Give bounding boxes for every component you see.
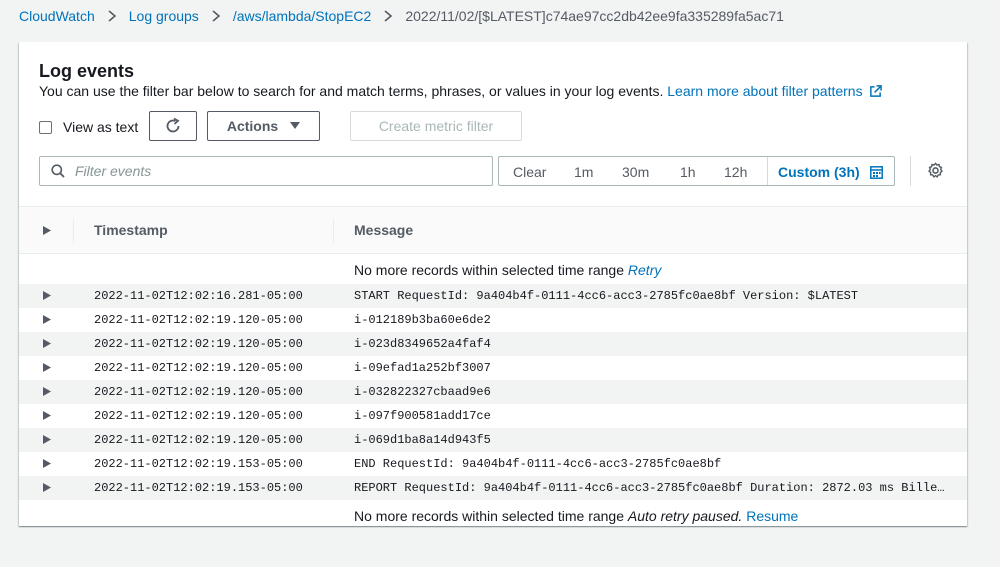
create-metric-filter-button[interactable]: Create metric filter xyxy=(350,111,522,141)
row-timestamp: 2022-11-02T12:02:19.153-05:00 xyxy=(94,481,303,495)
table-row[interactable]: 2022-11-02T12:02:19.153-05:00 REPORT Requ… xyxy=(19,476,967,500)
expand-row-icon[interactable] xyxy=(43,411,51,420)
custom-range-label: Custom (3h) xyxy=(778,164,860,180)
filter-events-field[interactable] xyxy=(39,156,493,186)
chevron-right-icon xyxy=(95,10,129,22)
time-range-clear[interactable]: Clear xyxy=(513,164,546,180)
view-as-text-toggle[interactable]: View as text xyxy=(39,119,138,135)
expand-row-icon[interactable] xyxy=(43,387,51,396)
row-timestamp: 2022-11-02T12:02:19.153-05:00 xyxy=(94,457,303,471)
view-as-text-label: View as text xyxy=(63,119,139,135)
row-timestamp: 2022-11-02T12:02:19.120-05:00 xyxy=(94,385,303,399)
caret-down-icon xyxy=(290,122,301,129)
row-message: i-012189b3ba60e6de2 xyxy=(354,313,491,327)
retry-link[interactable]: Retry xyxy=(628,262,661,278)
toolbar: View as text Actions Create metric filte… xyxy=(39,111,539,141)
table-header: Timestamp Message xyxy=(19,206,967,254)
learn-more-link[interactable]: Learn more about filter patterns xyxy=(667,83,882,99)
view-as-text-checkbox[interactable] xyxy=(39,120,52,134)
row-timestamp: 2022-11-02T12:02:19.120-05:00 xyxy=(94,433,303,447)
expand-row-icon[interactable] xyxy=(43,291,51,300)
range-divider xyxy=(767,157,768,185)
column-divider xyxy=(333,219,334,243)
row-message: i-069d1ba8a14d943f5 xyxy=(354,433,491,447)
toolbar-divider xyxy=(910,156,911,186)
actions-button[interactable]: Actions xyxy=(207,111,320,141)
column-message[interactable]: Message xyxy=(354,222,413,238)
table-row[interactable]: 2022-11-02T12:02:19.120-05:00 i-023d83496… xyxy=(19,332,967,356)
calendar-icon xyxy=(869,165,883,179)
expand-row-icon[interactable] xyxy=(43,363,51,372)
time-range-30m[interactable]: 30m xyxy=(622,164,649,180)
row-message: i-09efad1a252bf3007 xyxy=(354,361,491,375)
table-row[interactable]: 2022-11-02T12:02:19.120-05:00 i-012189b3b… xyxy=(19,308,967,332)
breadcrumb-log-groups[interactable]: Log groups xyxy=(129,8,199,24)
time-range-12h[interactable]: 12h xyxy=(724,164,747,180)
row-message: i-032822327cbaad9e6 xyxy=(354,385,491,399)
chevron-right-icon xyxy=(371,10,405,22)
bottom-notice-text: No more records within selected time ran… xyxy=(354,508,625,524)
bottom-notice-row: No more records within selected time ran… xyxy=(19,500,967,530)
external-link-icon xyxy=(869,85,882,97)
breadcrumb-current-stream: 2022/11/02/[$LATEST]c74ae97cc2db42ee9fa3… xyxy=(405,8,784,24)
log-rows: 2022-11-02T12:02:16.281-05:00 START Reque… xyxy=(19,284,967,500)
time-range-custom[interactable]: Custom (3h) xyxy=(778,164,883,180)
actions-label: Actions xyxy=(226,118,279,134)
expand-row-icon[interactable] xyxy=(43,459,51,468)
row-timestamp: 2022-11-02T12:02:19.120-05:00 xyxy=(94,361,303,375)
expand-row-icon[interactable] xyxy=(43,435,51,444)
row-timestamp: 2022-11-02T12:02:19.120-05:00 xyxy=(94,337,303,351)
table-row[interactable]: 2022-11-02T12:02:19.120-05:00 i-069d1ba8a… xyxy=(19,428,967,452)
expand-row-icon[interactable] xyxy=(43,483,51,492)
description-text: You can use the filter bar below to sear… xyxy=(39,83,664,99)
column-timestamp[interactable]: Timestamp xyxy=(94,222,168,238)
resume-link[interactable]: Resume xyxy=(746,508,798,524)
row-message: REPORT RequestId: 9a404b4f-0111-4cc6-acc… xyxy=(354,481,949,495)
table-row[interactable]: 2022-11-02T12:02:16.281-05:00 START Reque… xyxy=(19,284,967,308)
time-range-1m[interactable]: 1m xyxy=(574,164,593,180)
row-message: i-097f900581add17ce xyxy=(354,409,491,423)
row-message: i-023d8349652a4faf4 xyxy=(354,337,491,351)
learn-more-text: Learn more about filter patterns xyxy=(667,83,863,99)
table-row[interactable]: 2022-11-02T12:02:19.153-05:00 END Request… xyxy=(19,452,967,476)
row-message: START RequestId: 9a404b4f-0111-4cc6-acc3… xyxy=(354,289,859,303)
search-icon xyxy=(51,164,65,178)
table-row[interactable]: 2022-11-02T12:02:19.120-05:00 i-097f90058… xyxy=(19,404,967,428)
auto-retry-paused: Auto retry paused. xyxy=(627,508,743,524)
refresh-button[interactable] xyxy=(149,111,197,141)
panel-title: Log events xyxy=(39,61,135,81)
row-timestamp: 2022-11-02T12:02:16.281-05:00 xyxy=(94,289,303,303)
row-timestamp: 2022-11-02T12:02:19.120-05:00 xyxy=(94,313,303,327)
expand-all-icon[interactable] xyxy=(43,226,51,235)
time-range-1h[interactable]: 1h xyxy=(680,164,696,180)
top-notice-row: No more records within selected time ran… xyxy=(19,254,967,284)
top-notice: No more records within selected time ran… xyxy=(354,262,661,278)
row-timestamp: 2022-11-02T12:02:19.120-05:00 xyxy=(94,409,303,423)
gear-icon[interactable] xyxy=(927,162,944,179)
column-divider xyxy=(73,219,74,243)
filter-events-input[interactable] xyxy=(75,163,475,179)
table-row[interactable]: 2022-11-02T12:02:19.120-05:00 i-032822327… xyxy=(19,380,967,404)
breadcrumb-cloudwatch[interactable]: CloudWatch xyxy=(19,8,95,24)
breadcrumb: CloudWatch Log groups /aws/lambda/StopEC… xyxy=(19,6,784,26)
expand-row-icon[interactable] xyxy=(43,315,51,324)
chevron-right-icon xyxy=(199,10,233,22)
panel-description: You can use the filter bar below to sear… xyxy=(39,83,882,99)
table-row[interactable]: 2022-11-02T12:02:19.120-05:00 i-09efad1a2… xyxy=(19,356,967,380)
row-message: END RequestId: 9a404b4f-0111-4cc6-acc3-2… xyxy=(354,457,722,471)
refresh-icon xyxy=(166,117,180,133)
time-range-selector: Clear 1m 30m 1h 12h Custom (3h) xyxy=(498,156,895,186)
breadcrumb-log-group[interactable]: /aws/lambda/StopEC2 xyxy=(233,8,372,24)
expand-row-icon[interactable] xyxy=(43,339,51,348)
log-events-panel: Log events You can use the filter bar be… xyxy=(19,42,967,526)
log-events-table: Timestamp Message No more records within… xyxy=(19,206,967,530)
top-notice-text: No more records within selected time ran… xyxy=(354,262,625,278)
bottom-notice: No more records within selected time ran… xyxy=(354,508,798,524)
